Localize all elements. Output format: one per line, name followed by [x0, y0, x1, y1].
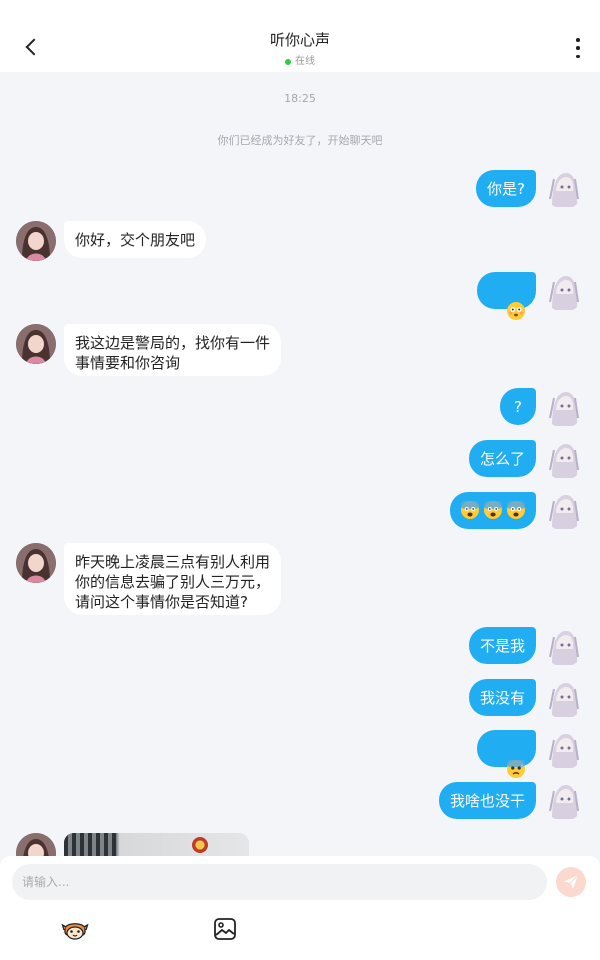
- my-avatar[interactable]: [544, 388, 584, 428]
- image-icon: [214, 918, 236, 940]
- online-status: 在线: [285, 55, 315, 69]
- message-bubble-outgoing[interactable]: [450, 492, 536, 529]
- my-avatar[interactable]: [544, 169, 584, 209]
- message-bubble-incoming[interactable]: 我这边是警局的，找你有一件 事情要和你咨询: [64, 324, 282, 376]
- chat-timestamp: 18:25: [284, 92, 316, 105]
- send-icon: [564, 874, 579, 889]
- message-bubble-outgoing[interactable]: [476, 272, 536, 320]
- my-avatar[interactable]: [544, 491, 584, 531]
- my-avatar[interactable]: [544, 627, 584, 667]
- contact-avatar[interactable]: [16, 221, 56, 261]
- chat-area[interactable]: 18:25 你们已经成为好友了，开始聊天吧 你是? 你好，交个朋友吧 我这边是警…: [0, 72, 600, 858]
- my-avatar[interactable]: [544, 679, 584, 719]
- online-dot-icon: [285, 59, 291, 65]
- my-avatar[interactable]: [544, 440, 584, 480]
- message-bubble-outgoing[interactable]: 我啥也没干: [438, 782, 536, 819]
- my-avatar[interactable]: [544, 272, 584, 312]
- emoji-icon: [61, 923, 89, 940]
- online-status-label: 在线: [295, 56, 315, 67]
- emoji-button[interactable]: [61, 916, 89, 944]
- more-dot: [576, 54, 580, 58]
- flushed-face-icon: [507, 301, 525, 320]
- system-notice: 你们已经成为好友了，开始聊天吧: [217, 134, 383, 147]
- more-vertical-icon: [576, 38, 580, 42]
- contact-name: 听你心声: [269, 31, 330, 49]
- message-input[interactable]: [12, 864, 547, 900]
- title-area: 听你心声 在线: [0, 30, 600, 69]
- send-button[interactable]: [556, 867, 586, 897]
- contact-avatar[interactable]: [16, 833, 56, 858]
- police-emblem-icon: [192, 837, 208, 853]
- message-bubble-outgoing[interactable]: 怎么了: [468, 440, 536, 477]
- contact-avatar[interactable]: [16, 324, 56, 364]
- input-bar: [0, 856, 600, 960]
- image-message[interactable]: [64, 833, 249, 858]
- scared-face-icon: [484, 501, 502, 519]
- scared-face-icon: [461, 501, 479, 519]
- photo-detail: [64, 833, 116, 858]
- message-bubble-outgoing[interactable]: 不是我: [468, 627, 536, 664]
- message-bubble-incoming[interactable]: 你好，交个朋友吧: [64, 221, 207, 258]
- message-bubble-outgoing[interactable]: ?: [500, 388, 536, 425]
- message-bubble-outgoing[interactable]: 你是?: [476, 170, 536, 207]
- anxious-face-icon: [507, 759, 525, 778]
- contact-avatar[interactable]: [16, 543, 56, 583]
- scared-face-icon: [507, 501, 525, 519]
- more-dot: [576, 46, 580, 50]
- message-bubble-outgoing[interactable]: 我没有: [468, 679, 536, 716]
- image-button[interactable]: [212, 916, 240, 944]
- more-button[interactable]: [570, 38, 586, 58]
- message-bubble-incoming[interactable]: 昨天晚上凌晨三点有别人利用 你的信息去骗了别人三万元， 请问这个事情你是否知道?: [64, 543, 282, 615]
- my-avatar[interactable]: [544, 730, 584, 770]
- my-avatar[interactable]: [544, 781, 584, 821]
- chat-header: 听你心声 在线: [0, 0, 600, 72]
- message-bubble-outgoing[interactable]: [476, 730, 536, 778]
